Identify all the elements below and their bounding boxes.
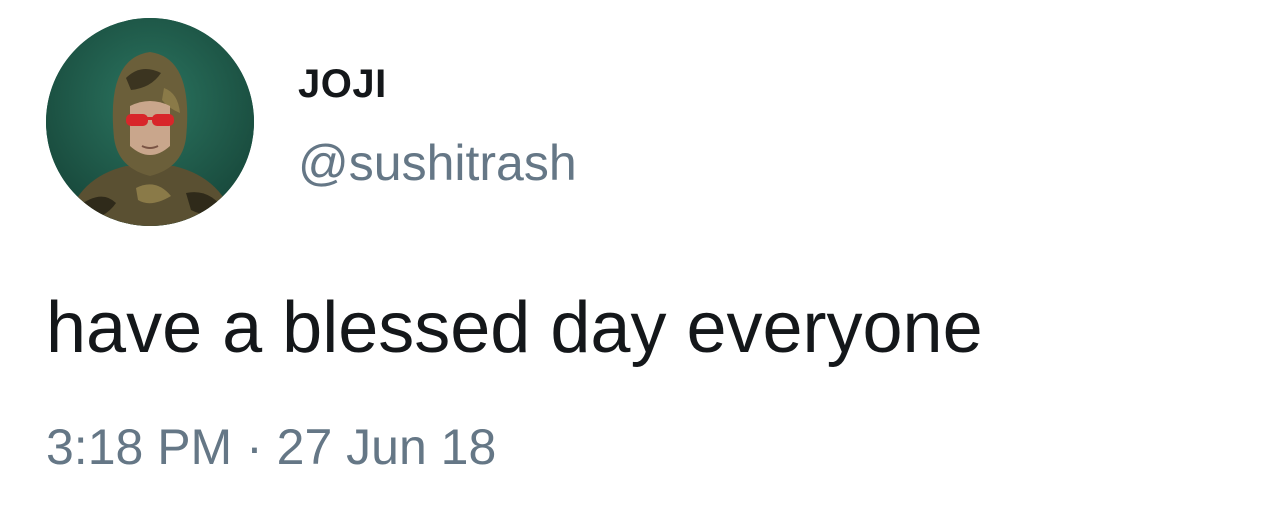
tweet-text: have a blessed day everyone: [46, 288, 983, 368]
avatar[interactable]: [46, 18, 254, 226]
tweet-timestamp[interactable]: 3:18 PM · 27 Jun 18: [46, 422, 496, 472]
avatar-photo-icon: [46, 18, 254, 226]
tweet-card: JOJI @sushitrash have a blessed day ever…: [0, 0, 1280, 510]
user-handle[interactable]: @sushitrash: [298, 138, 577, 188]
display-name[interactable]: JOJI: [298, 64, 387, 104]
